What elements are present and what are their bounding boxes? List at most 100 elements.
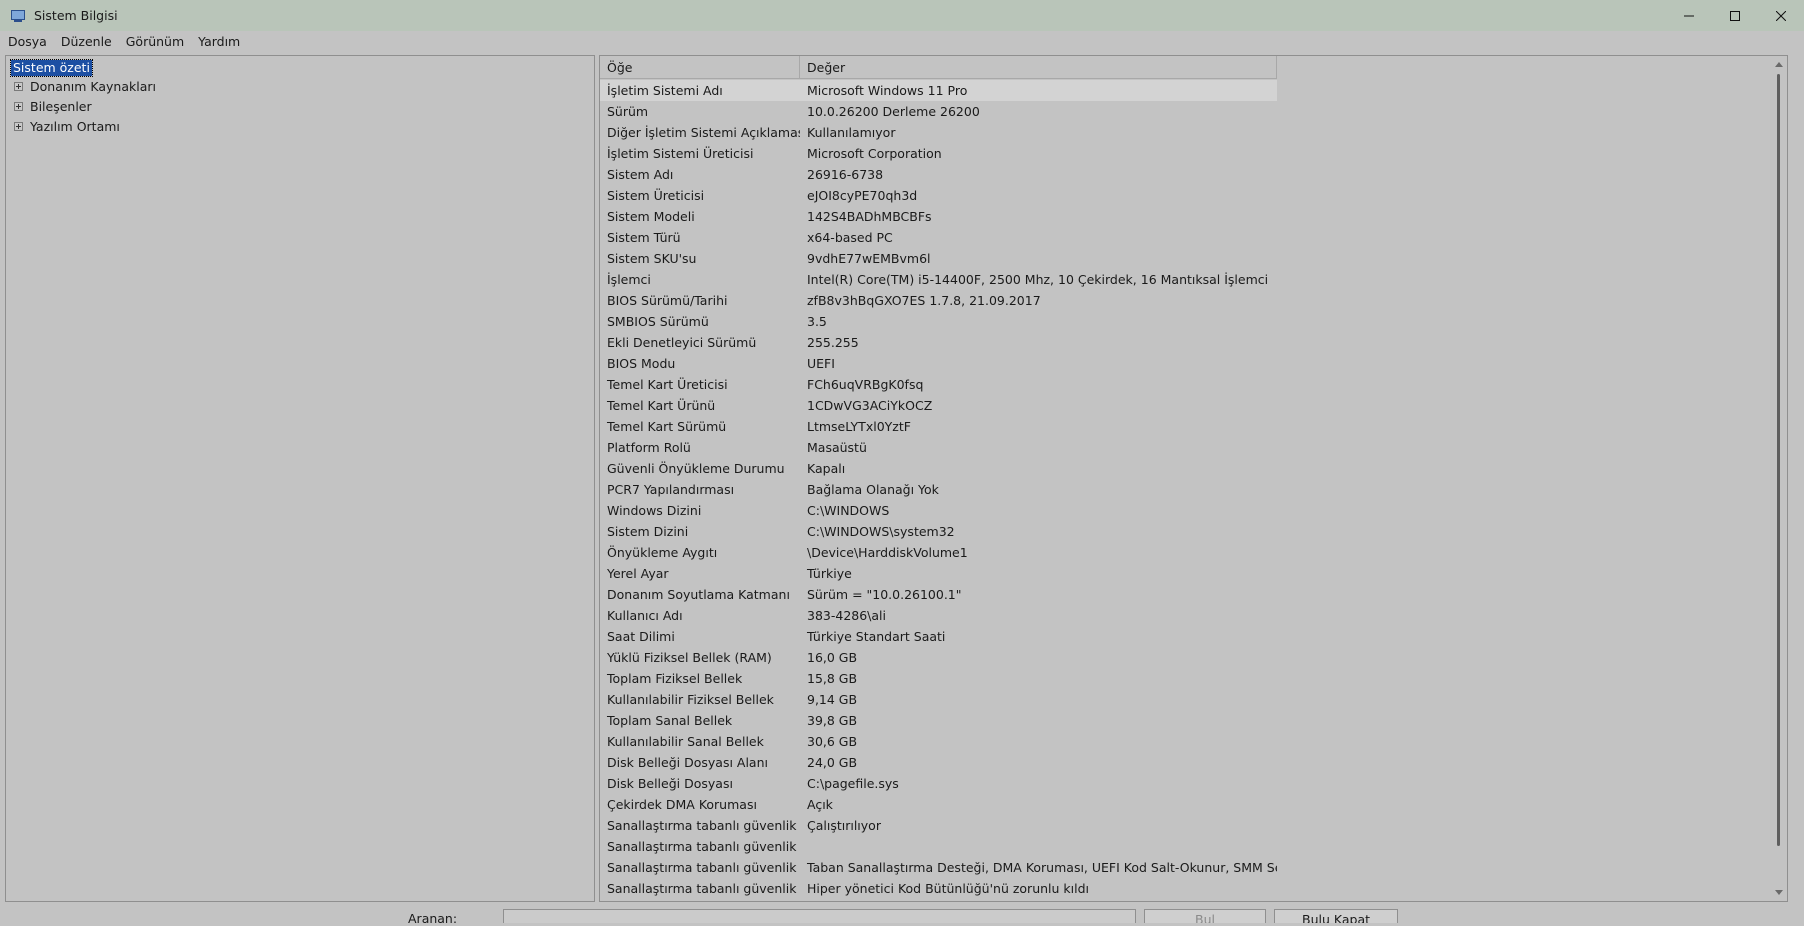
table-row[interactable]: Kullanılabilir Sanal Bellek 30,6 GB (600, 731, 1277, 752)
scroll-down-icon[interactable] (1775, 890, 1783, 895)
column-header-value[interactable]: Değer (800, 56, 1277, 79)
row-value: 9vdhE77wEMBvm6l (807, 251, 931, 266)
table-row[interactable]: SMBIOS Sürümü 3.5 (600, 311, 1277, 332)
row-value: eJOI8cyPE70qh3d (807, 188, 918, 203)
table-row[interactable]: Disk Belleği Dosyası C:\pagefile.sys (600, 773, 1277, 794)
tree-item-system-summary[interactable]: Sistem özeti (10, 59, 93, 77)
scroll-up-icon[interactable] (1775, 62, 1783, 67)
row-item: Saat Dilimi (607, 629, 675, 644)
table-row[interactable]: Çekirdek DMA Koruması Açık (600, 794, 1277, 815)
row-item: Toplam Fiziksel Bellek (607, 671, 743, 686)
column-header-item[interactable]: Öğe (600, 56, 800, 79)
table-row[interactable]: Platform Rolü Masaüstü (600, 437, 1277, 458)
table-row[interactable]: Temel Kart Üreticisi FCh6uqVRBgK0fsq (600, 374, 1277, 395)
tree-item-hardware-resources[interactable]: Donanım Kaynakları (14, 78, 156, 95)
table-row[interactable]: Yüklü Fiziksel Bellek (RAM) 16,0 GB (600, 647, 1277, 668)
table-row[interactable]: BIOS Sürümü/Tarihi zfB8v3hBqGXO7ES 1.7.8,… (600, 290, 1277, 311)
row-item: Kullanılabilir Sanal Bellek (607, 734, 764, 749)
close-button[interactable] (1758, 0, 1804, 31)
table-row[interactable]: Yerel Ayar Türkiye (600, 563, 1277, 584)
table-row[interactable]: Temel Kart Ürünü 1CDwVG3ACiYkOCZ (600, 395, 1277, 416)
table-row[interactable]: İşletim Sistemi Üreticisi Microsoft Corpo… (600, 143, 1277, 164)
table-row[interactable]: Disk Belleği Dosyası Alanı 24,0 GB (600, 752, 1277, 773)
row-value: 1CDwVG3ACiYkOCZ (807, 398, 933, 413)
table-row[interactable]: Temel Kart Sürümü LtmseLYTxl0YztF (600, 416, 1277, 437)
table-row[interactable]: Saat Dilimi Türkiye Standart Saati (600, 626, 1277, 647)
row-item: Güvenli Önyükleme Durumu (607, 461, 785, 476)
table-row[interactable]: Sanallaştırma tabanlı güvenlik ... (600, 836, 1277, 857)
row-value: UEFI (807, 356, 835, 371)
row-item: Kullanıcı Adı (607, 608, 683, 623)
row-value: Kullanılamıyor (807, 125, 896, 140)
table-row[interactable]: Toplam Fiziksel Bellek 15,8 GB (600, 668, 1277, 689)
menu-edit[interactable]: Düzenle (54, 34, 119, 49)
row-value: 39,8 GB (807, 713, 858, 728)
scroll-thumb[interactable] (1777, 74, 1780, 846)
minimize-icon (1684, 15, 1694, 16)
row-value: Taban Sanallaştırma Desteği, DMA Korumas… (807, 860, 1277, 875)
details-list: Öğe Değer İşletim Sistemi Adı Microsoft W… (599, 55, 1788, 902)
maximize-button[interactable] (1712, 0, 1758, 31)
table-row[interactable]: Sistem Türü x64-based PC (600, 227, 1277, 248)
table-row[interactable]: Sistem SKU'su 9vdhE77wEMBvm6l (600, 248, 1277, 269)
table-row[interactable]: Sistem Modeli 142S4BADhMBCBFs (600, 206, 1277, 227)
expand-plus-icon[interactable] (14, 122, 23, 131)
system-info-icon (10, 9, 26, 23)
table-row[interactable]: Diğer İşletim Sistemi Açıklaması Kullanıl… (600, 122, 1277, 143)
table-row[interactable]: Kullanılabilir Fiziksel Bellek 9,14 GB (600, 689, 1277, 710)
table-row[interactable]: Önyükleme Aygıtı \Device\HarddiskVolume1 (600, 542, 1277, 563)
table-row[interactable]: Windows Dizini C:\WINDOWS (600, 500, 1277, 521)
row-value: Türkiye (807, 566, 852, 581)
row-value: Bağlama Olanağı Yok (807, 482, 939, 497)
row-item: Sistem Türü (607, 230, 681, 245)
maximize-icon (1730, 10, 1740, 21)
row-value: 30,6 GB (807, 734, 858, 749)
row-item: Temel Kart Ürünü (607, 398, 716, 413)
menu-file[interactable]: Dosya (0, 34, 54, 49)
menu-help[interactable]: Yardım (191, 34, 247, 49)
row-item: SMBIOS Sürümü (607, 314, 709, 329)
table-row[interactable]: Donanım Soyutlama Katmanı Sürüm = "10.0.2… (600, 584, 1277, 605)
row-value: Türkiye Standart Saati (807, 629, 946, 644)
row-value: Microsoft Corporation (807, 146, 942, 161)
table-row[interactable]: İşletim Sistemi Adı Microsoft Windows 11 … (600, 80, 1277, 101)
row-value: Hiper yönetici Kod Bütünlüğü'nü zorunlu … (807, 881, 1089, 896)
table-row[interactable]: Toplam Sanal Bellek 39,8 GB (600, 710, 1277, 731)
tree-item-software-environment[interactable]: Yazılım Ortamı (14, 118, 120, 135)
row-value: C:\pagefile.sys (807, 776, 899, 791)
row-value: Kapalı (807, 461, 846, 476)
tree-item-label: Donanım Kaynakları (30, 79, 157, 94)
row-item: BIOS Modu (607, 356, 676, 371)
table-row[interactable]: Güvenli Önyükleme Durumu Kapalı (600, 458, 1277, 479)
table-row[interactable]: PCR7 Yapılandırması Bağlama Olanağı Yok (600, 479, 1277, 500)
vertical-scrollbar[interactable] (1770, 56, 1787, 901)
row-value: x64-based PC (807, 230, 893, 245)
tree-item-components[interactable]: Bileşenler (14, 98, 92, 115)
row-value: LtmseLYTxl0YztF (807, 419, 911, 434)
row-value: 15,8 GB (807, 671, 858, 686)
expand-plus-icon[interactable] (14, 102, 23, 111)
table-row[interactable]: Sürüm 10.0.26200 Derleme 26200 (600, 101, 1277, 122)
menu-view[interactable]: Görünüm (119, 34, 191, 49)
tree-item-label: Bileşenler (30, 99, 92, 114)
row-value: 3.5 (807, 314, 827, 329)
row-value: C:\WINDOWS (807, 503, 890, 518)
row-item: Sanallaştırma tabanlı güvenlik K... (607, 860, 800, 875)
table-row[interactable]: BIOS Modu UEFI (600, 353, 1277, 374)
row-item: PCR7 Yapılandırması (607, 482, 735, 497)
expand-plus-icon[interactable] (14, 82, 23, 91)
table-row[interactable]: Sanallaştırma tabanlı güvenlik Y... Hiper… (600, 878, 1277, 899)
row-value: zfB8v3hBqGXO7ES 1.7.8, 21.09.2017 (807, 293, 1041, 308)
table-row[interactable]: İşlemci Intel(R) Core(TM) i5-14400F, 2500… (600, 269, 1277, 290)
table-row[interactable]: Kullanıcı Adı 383-4286\ali (600, 605, 1277, 626)
table-row[interactable]: Sistem Adı 26916-6738 (600, 164, 1277, 185)
table-row[interactable]: Sanallaştırma tabanlı güvenlik K... Taban… (600, 857, 1277, 878)
table-row[interactable]: Sistem Üreticisi eJOI8cyPE70qh3d (600, 185, 1277, 206)
minimize-button[interactable] (1666, 0, 1712, 31)
row-item: Sistem Adı (607, 167, 674, 182)
table-row[interactable]: Sanallaştırma tabanlı güvenlik Çalıştırıl… (600, 815, 1277, 836)
list-rows: İşletim Sistemi Adı Microsoft Windows 11 … (600, 80, 1277, 899)
row-item: Çekirdek DMA Koruması (607, 797, 757, 812)
table-row[interactable]: Ekli Denetleyici Sürümü 255.255 (600, 332, 1277, 353)
table-row[interactable]: Sistem Dizini C:\WINDOWS\system32 (600, 521, 1277, 542)
